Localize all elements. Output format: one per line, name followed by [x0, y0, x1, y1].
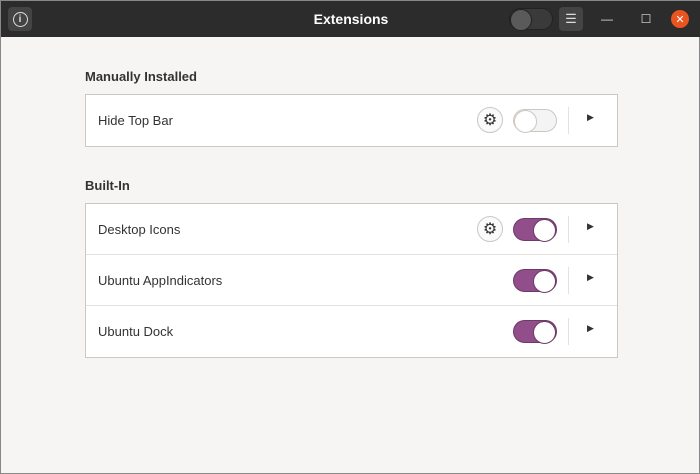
divider [568, 318, 569, 345]
hamburger-icon: ☰ [565, 11, 577, 26]
list-item: Hide Top Bar ⚙ ▶ [86, 95, 617, 146]
extension-toggle[interactable] [513, 320, 557, 344]
global-extensions-toggle[interactable] [509, 8, 553, 31]
menu-button[interactable]: ☰ [559, 7, 583, 31]
maximize-button[interactable]: ☐ [637, 10, 655, 28]
manual-extensions-list: Hide Top Bar ⚙ ▶ [85, 94, 618, 147]
section-title: Manually Installed [85, 69, 197, 84]
extension-toggle[interactable] [513, 218, 557, 242]
divider [568, 107, 569, 134]
list-item: Ubuntu AppIndicators ▶ [86, 255, 617, 306]
extension-toggle[interactable] [513, 109, 557, 133]
section-title: Built-In [85, 178, 130, 193]
gear-icon: ⚙ [482, 112, 498, 129]
extension-name: Desktop Icons [98, 221, 181, 237]
gear-icon: ⚙ [482, 221, 498, 238]
builtin-extensions-list: Desktop Icons ⚙ ▶ Ubuntu AppIndicators ▶… [85, 203, 618, 358]
expand-arrow-icon[interactable]: ▶ [587, 272, 594, 283]
expand-arrow-icon[interactable]: ▶ [587, 112, 594, 123]
divider [568, 216, 569, 243]
extension-name: Ubuntu AppIndicators [98, 272, 223, 288]
list-item: Ubuntu Dock ▶ [86, 306, 617, 357]
divider [568, 267, 569, 294]
list-item: Desktop Icons ⚙ ▶ [86, 204, 617, 255]
extension-toggle[interactable] [513, 269, 557, 293]
settings-button[interactable]: ⚙ [477, 107, 503, 133]
window-title: Extensions [313, 11, 389, 27]
settings-button[interactable]: ⚙ [477, 216, 503, 242]
header-bar: i Extensions ☰ — ☐ ✕ [1, 1, 700, 37]
extension-name: Ubuntu Dock [98, 324, 174, 339]
extension-name: Hide Top Bar [98, 113, 173, 128]
minimize-button[interactable]: — [598, 10, 616, 28]
expand-arrow-icon[interactable]: ▶ [587, 323, 594, 334]
expand-arrow-icon[interactable]: ▶ [587, 221, 594, 232]
close-button[interactable]: ✕ [671, 10, 689, 28]
